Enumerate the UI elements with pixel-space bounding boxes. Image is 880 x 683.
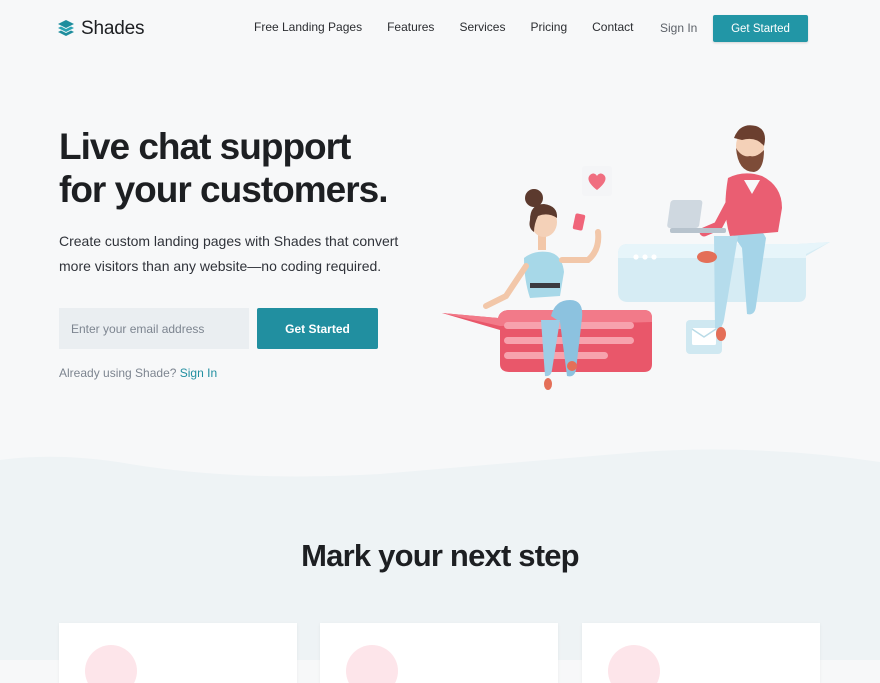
nav-item-contact[interactable]: Contact (592, 20, 633, 34)
nav-item-features[interactable]: Features (387, 20, 434, 34)
stacked-layers-icon (58, 20, 74, 36)
hero-subtitle: Create custom landing pages with Shades … (59, 233, 399, 274)
heart-icon (582, 166, 612, 196)
header-sign-in-link[interactable]: Sign In (660, 21, 697, 35)
feature-card-3[interactable] (582, 623, 820, 683)
already-using-label: Already using Shade? (59, 366, 177, 380)
header-get-started-button[interactable]: Get Started (713, 15, 808, 42)
brand-name: Shades (81, 18, 145, 39)
section-title: Mark your next step (301, 538, 579, 573)
hero-title-line2: for your customers. (59, 169, 388, 210)
brand-logo[interactable]: Shades (58, 17, 144, 41)
hero-sign-in-link[interactable]: Sign In (180, 366, 217, 380)
email-input[interactable] (59, 308, 249, 349)
already-using-text: Already using Shade? Sign In (59, 366, 217, 380)
man-with-laptop-figure (667, 125, 782, 341)
feature-card-1[interactable] (59, 623, 297, 683)
main-nav: Free Landing Pages Features Services Pri… (254, 20, 659, 34)
hero-get-started-button[interactable]: Get Started (257, 308, 378, 349)
people-chatting-on-speech-bubbles-illustration (442, 125, 830, 390)
hero-title-line1: Live chat support (59, 126, 351, 167)
hero-title: Live chat support for your customers. (59, 125, 439, 211)
nav-item-services[interactable]: Services (459, 20, 505, 34)
feature-circle-icon (346, 645, 398, 683)
feature-card-2[interactable] (320, 623, 558, 683)
feature-circle-icon (85, 645, 137, 683)
nav-item-pricing[interactable]: Pricing (530, 20, 567, 34)
feature-circle-icon (608, 645, 660, 683)
nav-item-free-landing-pages[interactable]: Free Landing Pages (254, 20, 362, 34)
